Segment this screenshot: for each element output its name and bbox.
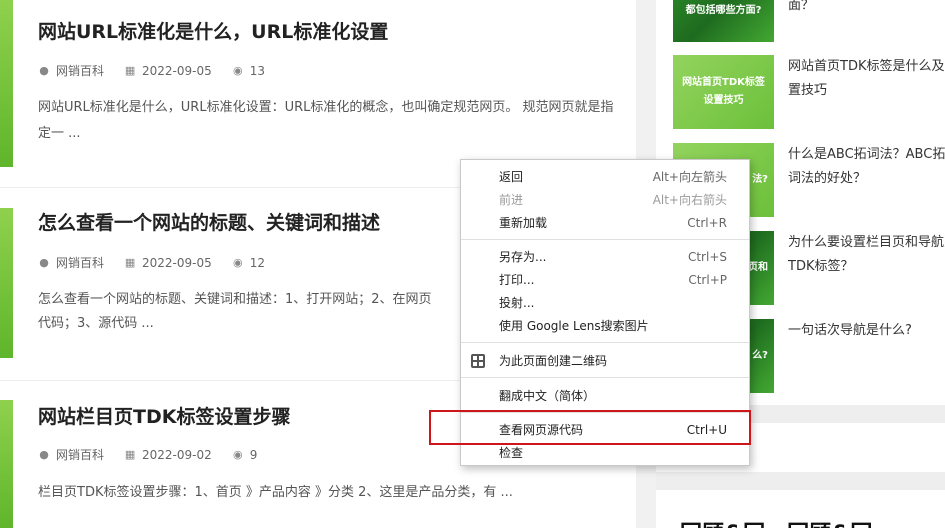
qr-code-icon	[471, 353, 485, 368]
calendar-icon: ▦	[124, 63, 136, 77]
article-thumbnail[interactable]	[0, 208, 13, 358]
sidebar-post-title[interactable]: 为什么要设置栏目页和导航页TDK标签？	[788, 231, 945, 279]
menu-item-label: 检查	[499, 446, 524, 460]
sidebar-post[interactable]: 网站首页TDK标签设置技巧 网站首页TDK标签是什么及设置技巧	[673, 55, 945, 129]
calendar-icon: ▦	[124, 447, 136, 461]
eye-icon: ◉	[232, 255, 243, 269]
menu-item-label: 返回	[499, 170, 524, 184]
sidebar-divider	[656, 472, 945, 490]
sidebar-post[interactable]: 都包括哪些方面? 面？	[673, 0, 945, 42]
article-date: 2022-09-05	[142, 63, 212, 78]
menu-item-label: 重新加载	[499, 216, 548, 230]
article-views: 9	[249, 447, 258, 462]
menu-item-print[interactable]: 打印... Ctrl+P	[461, 268, 749, 291]
menu-item-shortcut: Ctrl+S	[687, 249, 727, 264]
article-excerpt: 网站URL标准化是什么，URL标准化设置：URL标准化的概念，也叫确定规范网页。…	[38, 100, 614, 141]
menu-item-back[interactable]: 返回 Alt+向左箭头	[461, 165, 749, 188]
article-thumbnail[interactable]	[0, 400, 13, 528]
article-views: 13	[249, 63, 266, 78]
menu-item-label: 前进	[499, 193, 524, 207]
article-meta: ● 网销百科 ▦ 2022-09-02 ◉ 9	[38, 446, 277, 463]
menu-item-label: 打印...	[499, 273, 535, 287]
menu-item-google-lens[interactable]: 使用 Google Lens搜索图片	[461, 314, 749, 337]
user-icon: ●	[39, 255, 49, 269]
menu-item-translate[interactable]: 翻成中文（简体）	[461, 384, 749, 407]
eye-icon: ◉	[232, 63, 243, 77]
article-author: 网销百科	[56, 256, 105, 270]
menu-item-label: 投射...	[499, 296, 535, 310]
user-icon: ●	[39, 447, 49, 461]
sidebar-section-title: 回顾&回一回顾&回	[680, 516, 872, 528]
menu-item-cast[interactable]: 投射...	[461, 291, 749, 314]
menu-item-shortcut: Alt+向右箭头	[652, 193, 727, 207]
sidebar-post-thumbnail[interactable]: 都包括哪些方面?	[673, 0, 774, 42]
sidebar-post-title[interactable]: 一句话次导航是什么?	[788, 319, 945, 343]
menu-item-create-qr[interactable]: 为此页面创建二维码	[461, 349, 749, 372]
article-excerpt: 怎么查看一个网站的标题、关键词和描述：1、打开网站；2、在网页	[38, 292, 432, 307]
sidebar-post-thumbnail[interactable]: 网站首页TDK标签设置技巧	[673, 55, 774, 129]
article-title[interactable]: 网站URL标准化是什么，URL标准化设置	[38, 17, 388, 44]
menu-item-shortcut: Ctrl+P	[688, 272, 727, 287]
menu-separator	[461, 377, 749, 378]
article-date: 2022-09-02	[142, 447, 212, 462]
menu-item-reload[interactable]: 重新加载 Ctrl+R	[461, 211, 749, 234]
article-author: 网销百科	[56, 64, 105, 78]
highlight-box	[429, 410, 751, 445]
menu-item-label: 为此页面创建二维码	[499, 354, 608, 368]
article-excerpt: 栏目页TDK标签设置步骤：1、首页 》产品内容 》分类 2、这里是产品分类，有 …	[38, 485, 513, 500]
article-thumbnail[interactable]	[0, 0, 13, 167]
sidebar-post-title[interactable]: 什么是ABC拓词法？ABC拓词法的好处？	[788, 143, 945, 191]
eye-icon: ◉	[232, 447, 243, 461]
calendar-icon: ▦	[124, 255, 136, 269]
menu-item-label: 翻成中文（简体）	[499, 389, 596, 403]
menu-item-shortcut: Ctrl+R	[687, 215, 727, 230]
article-date: 2022-09-05	[142, 255, 212, 270]
menu-item-label: 使用 Google Lens搜索图片	[499, 319, 649, 333]
sidebar-post-title[interactable]: 网站首页TDK标签是什么及设置技巧	[788, 55, 945, 103]
article-author: 网销百科	[56, 448, 105, 462]
menu-item-save-as[interactable]: 另存为... Ctrl+S	[461, 245, 749, 268]
menu-item-label: 另存为...	[499, 250, 547, 264]
menu-separator	[461, 239, 749, 240]
menu-item-forward[interactable]: 前进 Alt+向右箭头	[461, 188, 749, 211]
menu-item-shortcut: Alt+向左箭头	[652, 170, 727, 184]
article-title[interactable]: 怎么查看一个网站的标题、关键词和描述	[38, 208, 380, 235]
article-meta: ● 网销百科 ▦ 2022-09-05 ◉ 12	[38, 254, 285, 271]
user-icon: ●	[39, 63, 49, 77]
article-views: 12	[249, 255, 266, 270]
menu-separator	[461, 342, 749, 343]
article-title[interactable]: 网站栏目页TDK标签设置步骤	[38, 402, 290, 429]
sidebar-post-title[interactable]: 面？	[788, 0, 945, 18]
article-meta: ● 网销百科 ▦ 2022-09-05 ◉ 13	[38, 62, 285, 79]
